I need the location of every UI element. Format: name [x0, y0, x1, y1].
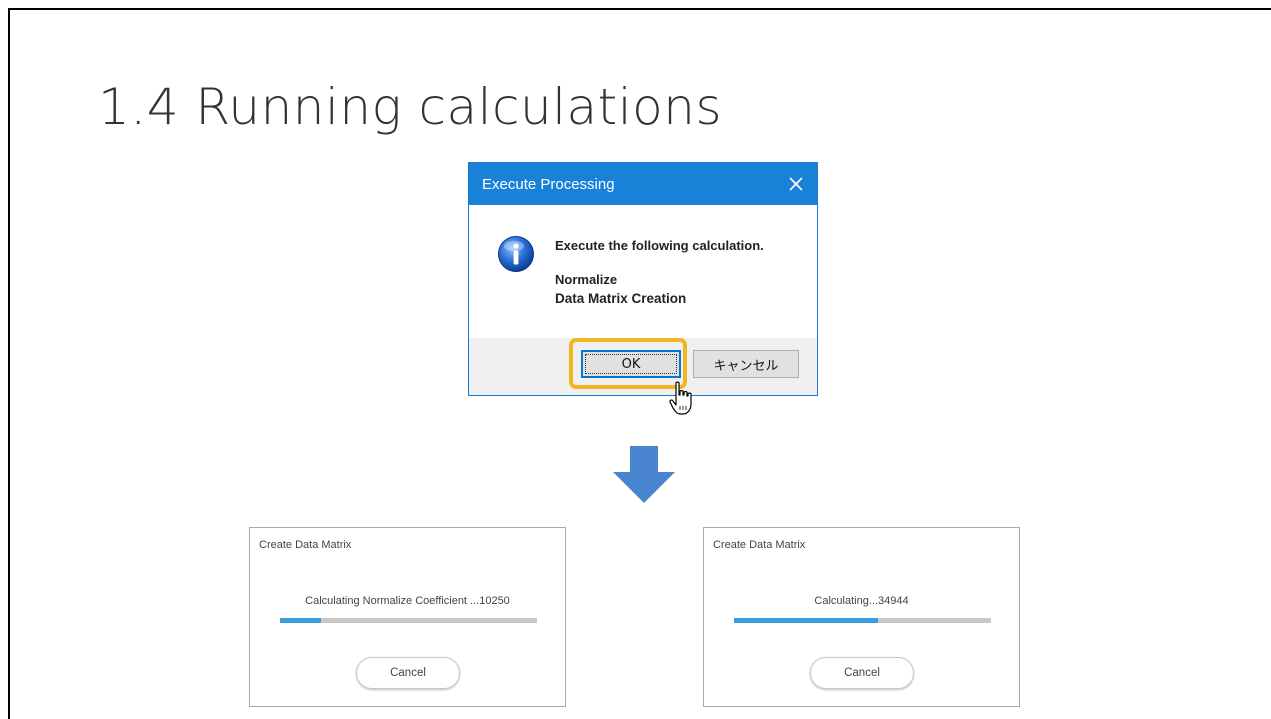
hand-pointer-icon — [669, 381, 692, 415]
progress-dialog-title: Create Data Matrix — [713, 539, 806, 551]
ok-button[interactable]: OK — [581, 350, 681, 378]
progress-bar — [280, 618, 537, 623]
dialog-footer: OK キャンセル — [469, 338, 817, 395]
close-icon — [789, 177, 803, 191]
info-icon — [498, 236, 534, 272]
cancel-button-label: Cancel — [390, 667, 426, 679]
progress-dialog-normalize: Create Data Matrix Calculating Normalize… — [249, 527, 566, 707]
dialog-message: Execute the following calculation. — [555, 238, 764, 253]
dialog-body: Execute the following calculation. Norma… — [469, 205, 817, 339]
progress-status: Calculating...34944 — [814, 595, 909, 607]
dialog-title: Execute Processing — [482, 176, 615, 193]
cancel-button[interactable]: Cancel — [356, 657, 460, 689]
calculation-item: Normalize — [555, 272, 618, 287]
progress-dialog-title: Create Data Matrix — [259, 539, 352, 551]
calculation-item: Data Matrix Creation — [555, 291, 687, 306]
progress-bar — [734, 618, 991, 623]
close-button[interactable] — [775, 163, 817, 205]
cancel-button-label: Cancel — [844, 667, 880, 679]
dialog-titlebar: Execute Processing — [469, 163, 817, 205]
progress-bar-fill — [280, 618, 322, 623]
cancel-button[interactable]: Cancel — [810, 657, 914, 689]
progress-bar-fill — [734, 618, 878, 623]
down-arrow-icon — [613, 446, 675, 503]
cancel-button[interactable]: キャンセル — [693, 350, 799, 378]
execute-processing-dialog: Execute Processing Execute the following… — [468, 162, 818, 396]
slide-title: 1.4 Running calculations — [98, 78, 723, 136]
progress-status: Calculating Normalize Coefficient ...102… — [305, 595, 510, 607]
progress-dialog-calculating: Create Data Matrix Calculating...34944 C… — [703, 527, 1020, 707]
cancel-button-label: キャンセル — [713, 358, 779, 374]
focus-rectangle — [585, 354, 677, 374]
